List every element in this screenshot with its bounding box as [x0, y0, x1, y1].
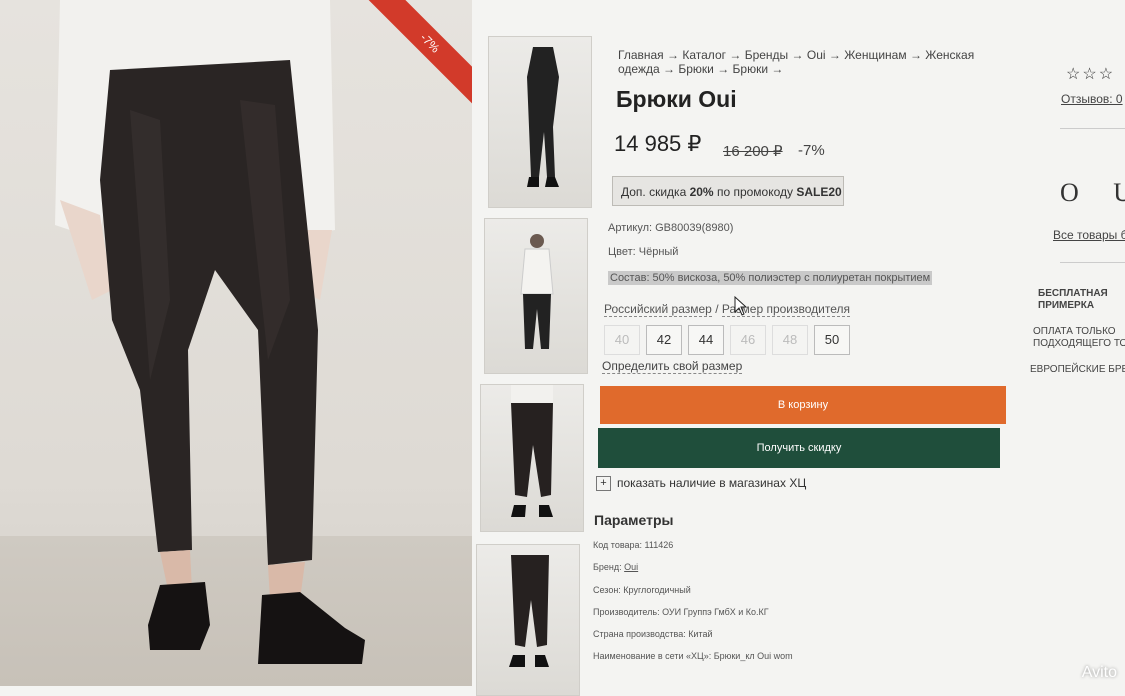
feature-line: БЕСПЛАТНАЯ: [1038, 288, 1108, 299]
feature-line: ЕВРОПЕЙСКИЕ БРЕНДЫ: [1030, 364, 1125, 375]
define-size-link[interactable]: Определить свой размер: [602, 359, 743, 374]
size-type-switch: Российский размер / Размер производителя: [604, 302, 850, 317]
promo-middle: по промокоду: [713, 185, 797, 199]
breadcrumb-separator: →: [909, 48, 922, 62]
feature-line: ПОДХОДЯЩЕГО ТОВАРА: [1033, 338, 1125, 349]
param-brand: Бренд: Oui: [593, 562, 638, 572]
avito-watermark: Avito: [1081, 664, 1117, 681]
store-availability-toggle[interactable]: + показать наличие в магазинах ХЦ: [596, 476, 807, 492]
discount-percent: -7%: [798, 142, 825, 159]
divider: [1060, 262, 1125, 263]
size-type-separator: /: [711, 302, 722, 316]
thumbnail-1[interactable]: [488, 36, 592, 208]
promo-percent: 20%: [689, 185, 714, 199]
breadcrumb-item[interactable]: Бренды: [745, 48, 788, 62]
breadcrumb-separator: →: [791, 48, 804, 62]
breadcrumb-item[interactable]: Брюки: [678, 62, 714, 76]
promo-code-banner: Доп. скидка 20% по промокоду SALE20: [612, 176, 844, 206]
brand-link[interactable]: Oui: [624, 562, 638, 572]
old-price: 16 200 ₽: [723, 143, 783, 160]
breadcrumb-item[interactable]: Главная: [618, 48, 664, 62]
get-discount-button[interactable]: Получить скидку: [598, 428, 1000, 468]
breadcrumb-separator: →: [771, 62, 784, 76]
product-composition: Состав: 50% вискоза, 50% полиэстер с пол…: [608, 271, 933, 285]
feature-line: ОПЛАТА ТОЛЬКО: [1033, 326, 1116, 337]
feature-european-brands: ЕВРОПЕЙСКИЕ БРЕНДЫ: [1030, 364, 1125, 376]
size-option-44[interactable]: 44: [688, 325, 724, 355]
right-sidebar: ☆☆☆ Отзывов: 0 O U I Все товары бренда Б…: [1030, 0, 1125, 686]
divider: [1060, 128, 1125, 129]
breadcrumb-item[interactable]: Брюки: [733, 62, 769, 76]
product-color: Цвет: Чёрный: [608, 246, 679, 258]
size-type-russian[interactable]: Российский размер: [604, 302, 712, 317]
thumbnail-2[interactable]: [484, 218, 588, 374]
param-network-name: Наименование в сети «ХЦ»: Брюки_кл Oui w…: [593, 651, 793, 661]
breadcrumb-separator: →: [828, 48, 841, 62]
breadcrumb-separator: →: [663, 62, 675, 76]
breadcrumb: Главная → Каталог → Бренды → Oui → Женщи…: [618, 48, 1008, 76]
plus-icon: +: [596, 476, 611, 492]
thumbnail-4[interactable]: [476, 544, 580, 696]
brand-logo[interactable]: O U I: [1060, 178, 1125, 208]
article-number: Артикул: GB80039(8980): [608, 222, 734, 234]
promo-code: SALE20: [796, 185, 842, 199]
mouse-cursor-icon: [734, 296, 748, 316]
feature-line: ПРИМЕРКА: [1038, 300, 1095, 311]
param-manufacturer: Производитель: ОУИ Группэ ГмбХ и Ко.КГ: [593, 607, 769, 617]
param-brand-label: Бренд:: [593, 562, 625, 572]
model-illustration: [55, 0, 365, 664]
size-option-42[interactable]: 42: [646, 325, 682, 355]
feature-pay-suitable: ОПЛАТА ТОЛЬКО ПОДХОДЯЩЕГО ТОВАРА: [1033, 326, 1125, 350]
store-availability-label: показать наличие в магазинах ХЦ: [617, 476, 807, 490]
param-product-code: Код товара: 111426: [593, 540, 674, 550]
breadcrumb-item[interactable]: Каталог: [682, 48, 726, 62]
product-title: Брюки Oui: [616, 86, 737, 112]
breadcrumb-separator: →: [717, 62, 730, 76]
param-season: Сезон: Круглогодичный: [593, 585, 691, 595]
breadcrumb-item[interactable]: Oui: [807, 48, 826, 62]
breadcrumb-separator: →: [667, 48, 680, 62]
size-option-40[interactable]: 40: [604, 325, 640, 355]
thumbnail-3[interactable]: [480, 384, 584, 532]
main-product-photo[interactable]: -7%: [0, 0, 472, 686]
reviews-link[interactable]: Отзывов: 0: [1061, 92, 1123, 106]
current-price: 14 985 ₽: [614, 131, 702, 156]
size-option-46[interactable]: 46: [730, 325, 766, 355]
param-country: Страна производства: Китай: [593, 629, 713, 639]
all-brand-goods-link[interactable]: Все товары бренда: [1053, 228, 1125, 242]
rating-stars-icon: ☆☆☆: [1066, 66, 1116, 83]
product-info-panel: Главная → Каталог → Бренды → Oui → Женщи…: [590, 0, 1020, 686]
size-option-48[interactable]: 48: [772, 325, 808, 355]
breadcrumb-separator: →: [729, 48, 742, 62]
add-to-cart-button[interactable]: В корзину: [600, 386, 1006, 424]
feature-free-fitting: БЕСПЛАТНАЯ ПРИМЕРКА: [1038, 288, 1108, 312]
breadcrumb-item[interactable]: Женщинам: [844, 48, 906, 62]
size-option-50[interactable]: 50: [814, 325, 850, 355]
promo-prefix: Доп. скидка: [621, 185, 690, 199]
parameters-heading: Параметры: [594, 512, 674, 528]
